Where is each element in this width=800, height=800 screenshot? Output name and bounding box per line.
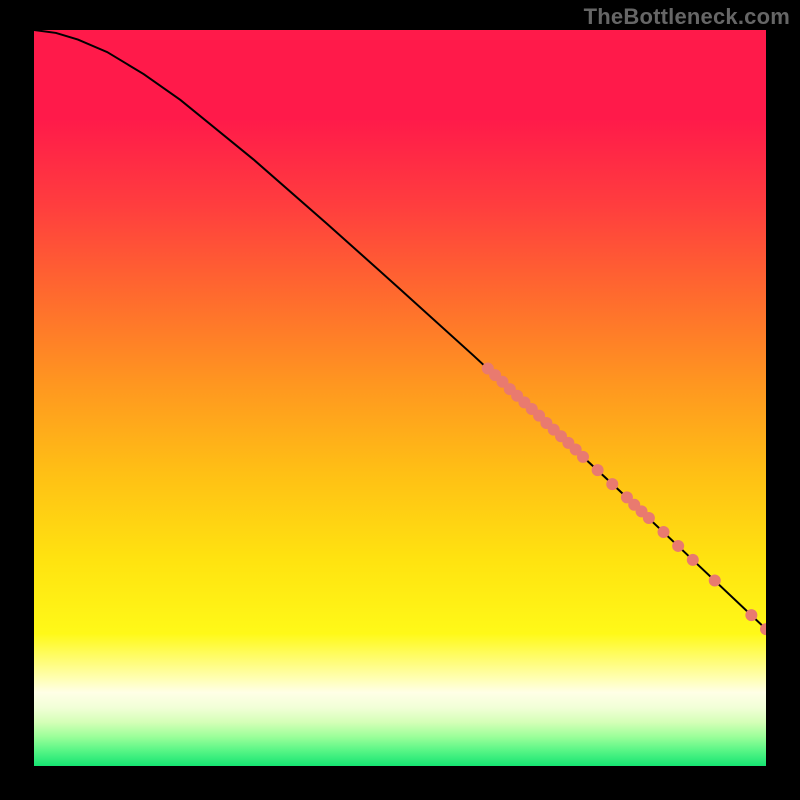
gradient-background [34,30,766,766]
data-point [658,526,670,538]
watermark-text: TheBottleneck.com [584,4,790,30]
bottleneck-chart [34,30,766,766]
data-point [687,554,699,566]
data-point [592,464,604,476]
chart-frame: TheBottleneck.com [0,0,800,800]
data-point [745,609,757,621]
data-point [577,451,589,463]
data-point [709,575,721,587]
data-point [606,478,618,490]
data-point [672,540,684,552]
data-point [643,512,655,524]
plot-area [34,30,766,766]
